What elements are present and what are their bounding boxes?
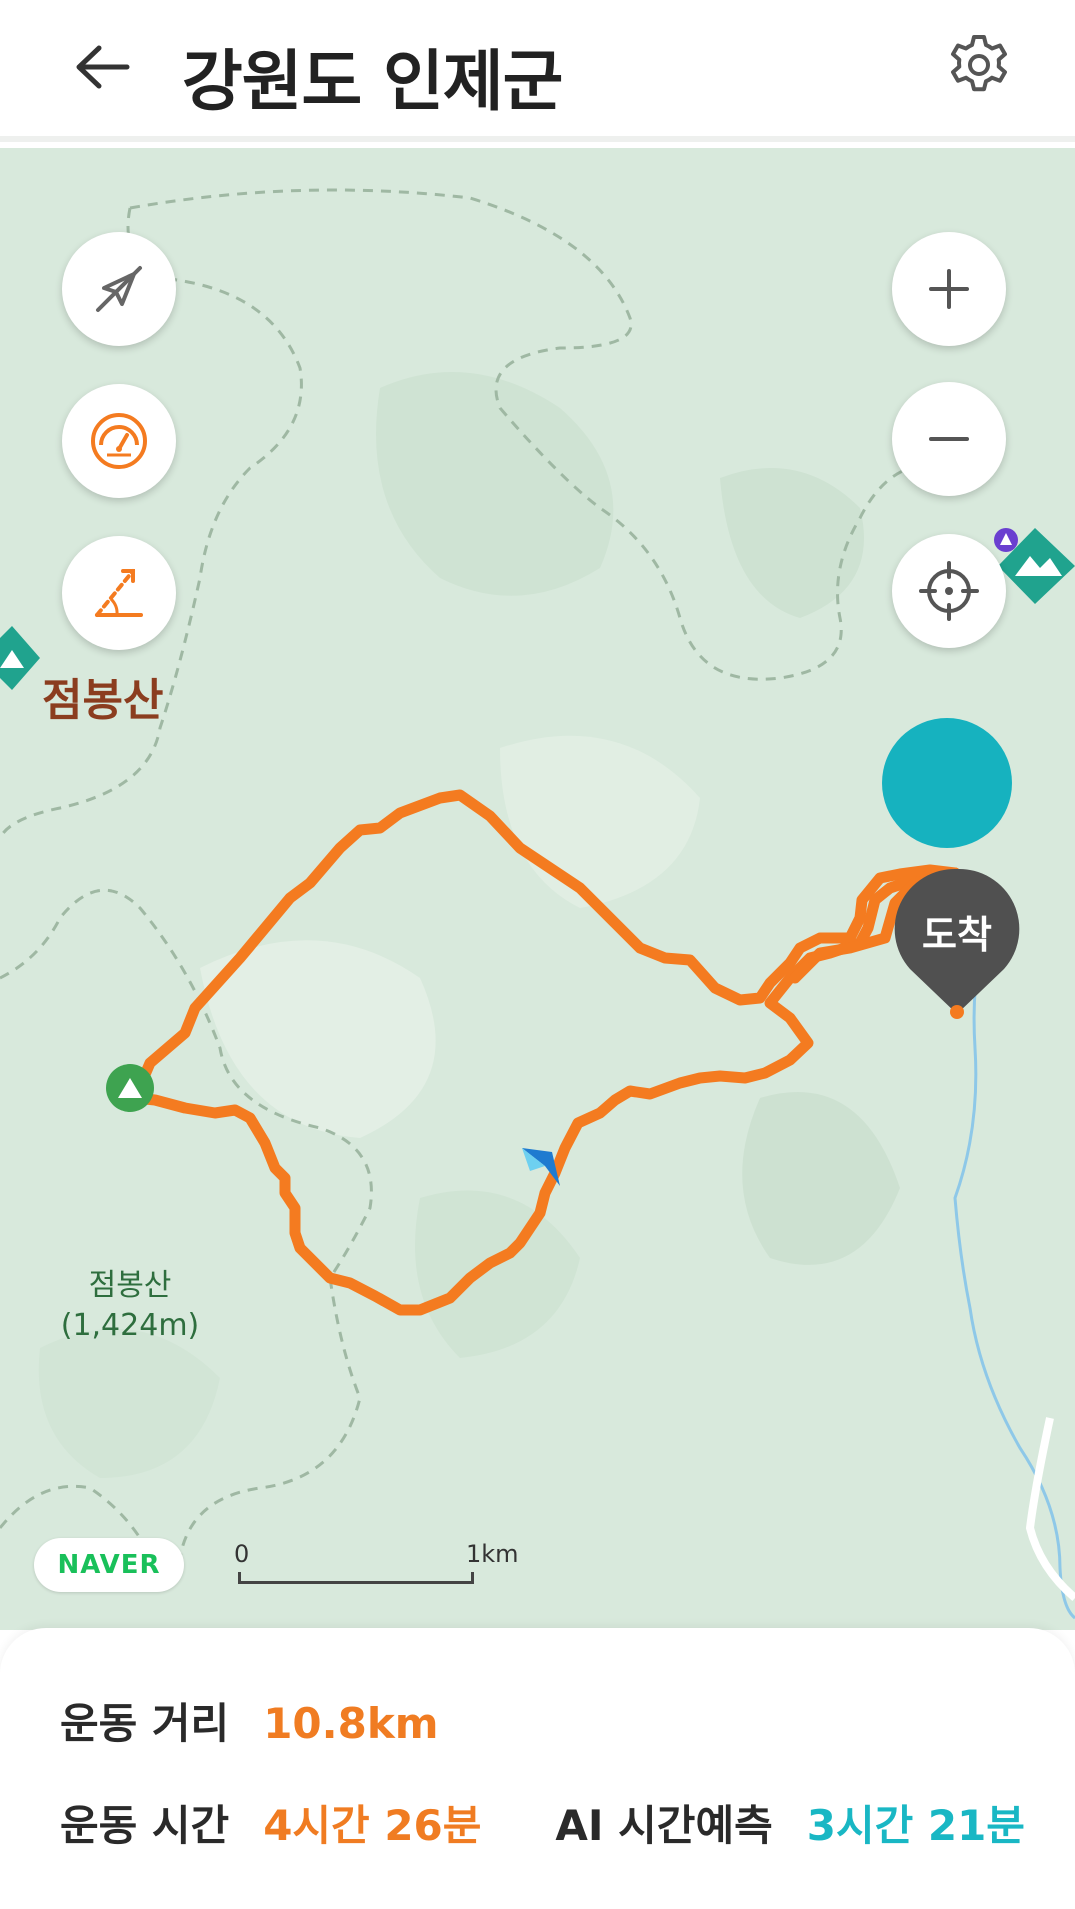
peak-name-label-top: 점봉산 xyxy=(42,675,164,726)
summit-marker xyxy=(106,1064,154,1112)
gauge-icon xyxy=(91,413,147,469)
distance-value: 10.8km xyxy=(263,1699,439,1748)
zoom-out-button[interactable] xyxy=(892,382,1006,496)
compass-slash-icon xyxy=(96,266,142,312)
top-app-bar: 강원도 인제군 xyxy=(0,0,1075,142)
distance-label: 운동 거리 xyxy=(60,1699,230,1748)
locate-me-button[interactable] xyxy=(892,534,1006,648)
ai-value: 3시간 21분 xyxy=(806,1801,1025,1850)
gear-icon xyxy=(951,35,1007,92)
minus-icon xyxy=(929,437,969,441)
distance-row: 운동 거리 10.8km xyxy=(60,1690,439,1751)
plus-icon xyxy=(929,269,969,309)
scale-bar xyxy=(238,1572,474,1584)
slope-angle-icon xyxy=(95,569,143,617)
settings-button[interactable] xyxy=(944,30,1014,100)
summit-name: 점봉산 xyxy=(88,1268,172,1303)
compass-toggle-button[interactable] xyxy=(62,232,176,346)
start-marker xyxy=(882,718,1012,848)
naver-logo[interactable]: NAVER xyxy=(34,1538,184,1592)
summit-label: 점봉산 (1,424m) xyxy=(60,1266,200,1346)
slope-button[interactable] xyxy=(62,536,176,650)
scale-start-label: 0 xyxy=(234,1540,250,1568)
crosshair-icon xyxy=(919,561,979,621)
back-button[interactable] xyxy=(66,32,136,102)
time-value: 4시간 26분 xyxy=(263,1801,482,1850)
ai-label: AI 시간예측 xyxy=(555,1801,773,1850)
speed-button[interactable] xyxy=(62,384,176,498)
arrow-left-icon xyxy=(76,45,130,89)
zoom-in-button[interactable] xyxy=(892,232,1006,346)
arrive-marker: 도착 xyxy=(892,864,1022,1024)
map-view[interactable]: 도착 점봉산 점봉산 (1,424m) NAVER 0 1km xyxy=(0,148,1075,1630)
time-label: 운동 시간 xyxy=(60,1801,230,1850)
page-title: 강원도 인제군 xyxy=(182,43,563,120)
arrive-label: 도착 xyxy=(922,913,992,957)
time-row: 운동 시간 4시간 26분 AI 시간예측 3시간 21분 xyxy=(60,1792,1025,1853)
scale-end-label: 1km xyxy=(466,1540,519,1568)
stats-panel: 운동 거리 10.8km 운동 시간 4시간 26분 AI 시간예측 3시간 21분 xyxy=(0,1628,1075,1909)
summit-elevation: (1,424m) xyxy=(60,1308,200,1343)
